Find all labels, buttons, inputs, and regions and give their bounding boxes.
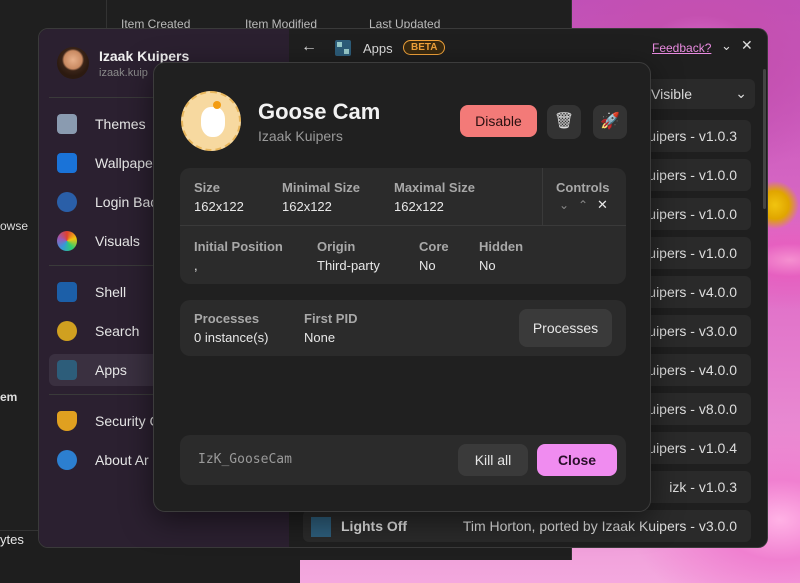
max-size-value: 162x122 xyxy=(394,199,444,214)
processes-button[interactable]: Processes xyxy=(519,309,612,347)
list-item-meta: uipers - v8.0.0 xyxy=(648,401,737,417)
divider xyxy=(180,225,626,226)
properties-card: Size 162x122 Minimal Size 162x122 Maxima… xyxy=(180,168,626,284)
list-item-meta: uipers - v1.0.0 xyxy=(648,245,737,261)
sidebar-item-label: Apps xyxy=(95,362,127,378)
first-pid-label: First PID xyxy=(304,311,358,326)
sidebar-item-label: Security C xyxy=(95,413,160,429)
background-tag: em xyxy=(0,390,18,404)
sidebar-item-label: Wallpape xyxy=(95,155,153,171)
sidebar-item-label: Shell xyxy=(95,284,127,300)
shell-icon xyxy=(57,282,77,302)
size-value: 162x122 xyxy=(194,199,244,214)
list-item-meta: uipers - v4.0.0 xyxy=(648,362,737,378)
page-title: Apps xyxy=(363,41,393,56)
list-item-meta: uipers - v3.0.0 xyxy=(648,323,737,339)
apps-icon xyxy=(57,360,77,380)
avatar xyxy=(57,47,89,79)
themes-icon xyxy=(57,114,77,134)
minimize-icon: ⌄ xyxy=(559,198,570,212)
controls-label: Controls xyxy=(556,180,610,195)
list-item-meta: Tim Horton, ported by Izaak Kuipers - v3… xyxy=(462,518,737,534)
dialog-title: Goose Cam xyxy=(258,99,381,124)
processes-card: Processes 0 instance(s) First PID None P… xyxy=(180,300,626,356)
core-label: Core xyxy=(419,239,449,254)
min-size-value: 162x122 xyxy=(282,199,332,214)
scrollbar[interactable] xyxy=(763,69,766,209)
close-button[interactable]: Close xyxy=(537,444,617,476)
processes-value: 0 instance(s) xyxy=(194,330,269,345)
apps-icon xyxy=(335,40,351,56)
list-item-name: Lights Off xyxy=(341,518,408,534)
close-icon: ✕ xyxy=(597,197,608,212)
background-tag: ytes xyxy=(0,532,24,547)
first-pid-value: None xyxy=(304,330,336,345)
filter-value: Visible xyxy=(651,86,692,102)
app-id: IzK_GooseCam xyxy=(198,452,292,467)
background-tag: owse xyxy=(0,219,29,233)
list-item-meta: uipers - v1.0.0 xyxy=(648,167,737,183)
sidebar-item-label: Login Bac xyxy=(95,194,158,210)
close-icon[interactable]: ✕ xyxy=(741,37,753,54)
processes-label: Processes xyxy=(194,311,260,326)
login-icon xyxy=(57,192,77,212)
kill-all-button[interactable]: Kill all xyxy=(458,444,528,476)
sidebar-item-label: Themes xyxy=(95,116,146,132)
trash-icon[interactable]: 🗑 xyxy=(547,105,581,139)
initial-position-label: Initial Position xyxy=(194,239,283,254)
shield-icon xyxy=(57,411,77,431)
list-item-meta: uipers - v1.0.3 xyxy=(648,128,737,144)
origin-label: Origin xyxy=(317,239,356,254)
chevron-down-icon: ⌄ xyxy=(735,85,747,101)
search-icon xyxy=(57,321,77,341)
list-item-lights-off[interactable]: Lights Off Tim Horton, ported by Izaak K… xyxy=(303,510,751,542)
profile-subtitle: izaak.kuip xyxy=(99,67,148,79)
maximize-icon: ⌃ xyxy=(578,198,589,212)
feedback-link[interactable]: Feedback? xyxy=(652,41,711,55)
back-arrow-icon[interactable]: ← xyxy=(301,38,317,56)
dialog-author: Izaak Kuipers xyxy=(258,128,343,144)
goose-icon xyxy=(181,91,241,151)
sidebar-item-label: Search xyxy=(95,323,140,339)
size-label: Size xyxy=(194,180,221,195)
divider xyxy=(542,168,543,225)
origin-value: Third-party xyxy=(317,258,380,273)
sidebar-item-label: About Ar xyxy=(95,452,149,468)
beta-badge: BETA xyxy=(403,40,446,55)
dialog-footer: IzK_GooseCam Kill all Close xyxy=(180,435,626,485)
list-item-meta: uipers - v1.0.4 xyxy=(648,440,737,456)
core-value: No xyxy=(419,258,436,273)
visibility-filter-select[interactable]: Visible ⌄ xyxy=(645,79,755,109)
max-size-label: Maximal Size xyxy=(394,180,475,195)
wallpaper-icon xyxy=(57,153,77,173)
hidden-value: No xyxy=(479,258,496,273)
list-item-meta: uipers - v1.0.0 xyxy=(648,206,737,222)
app-icon xyxy=(311,517,331,537)
rocket-icon[interactable]: 🚀 xyxy=(593,105,627,139)
hidden-label: Hidden xyxy=(479,239,524,254)
info-icon xyxy=(57,450,77,470)
app-details-dialog: Goose Cam Izaak Kuipers Disable 🗑 🚀 Size… xyxy=(153,62,651,512)
background-table-header: Item Created Item Modified Last Updated xyxy=(106,0,572,31)
list-item-meta: izk - v1.0.3 xyxy=(669,479,737,495)
disable-button[interactable]: Disable xyxy=(460,105,537,137)
visuals-icon xyxy=(57,231,77,251)
chevron-down-icon[interactable]: ⌄ xyxy=(721,38,732,54)
list-item-meta: uipers - v4.0.0 xyxy=(648,284,737,300)
min-size-label: Minimal Size xyxy=(282,180,361,195)
initial-position-value: , xyxy=(194,258,198,273)
sidebar-item-label: Visuals xyxy=(95,233,140,249)
